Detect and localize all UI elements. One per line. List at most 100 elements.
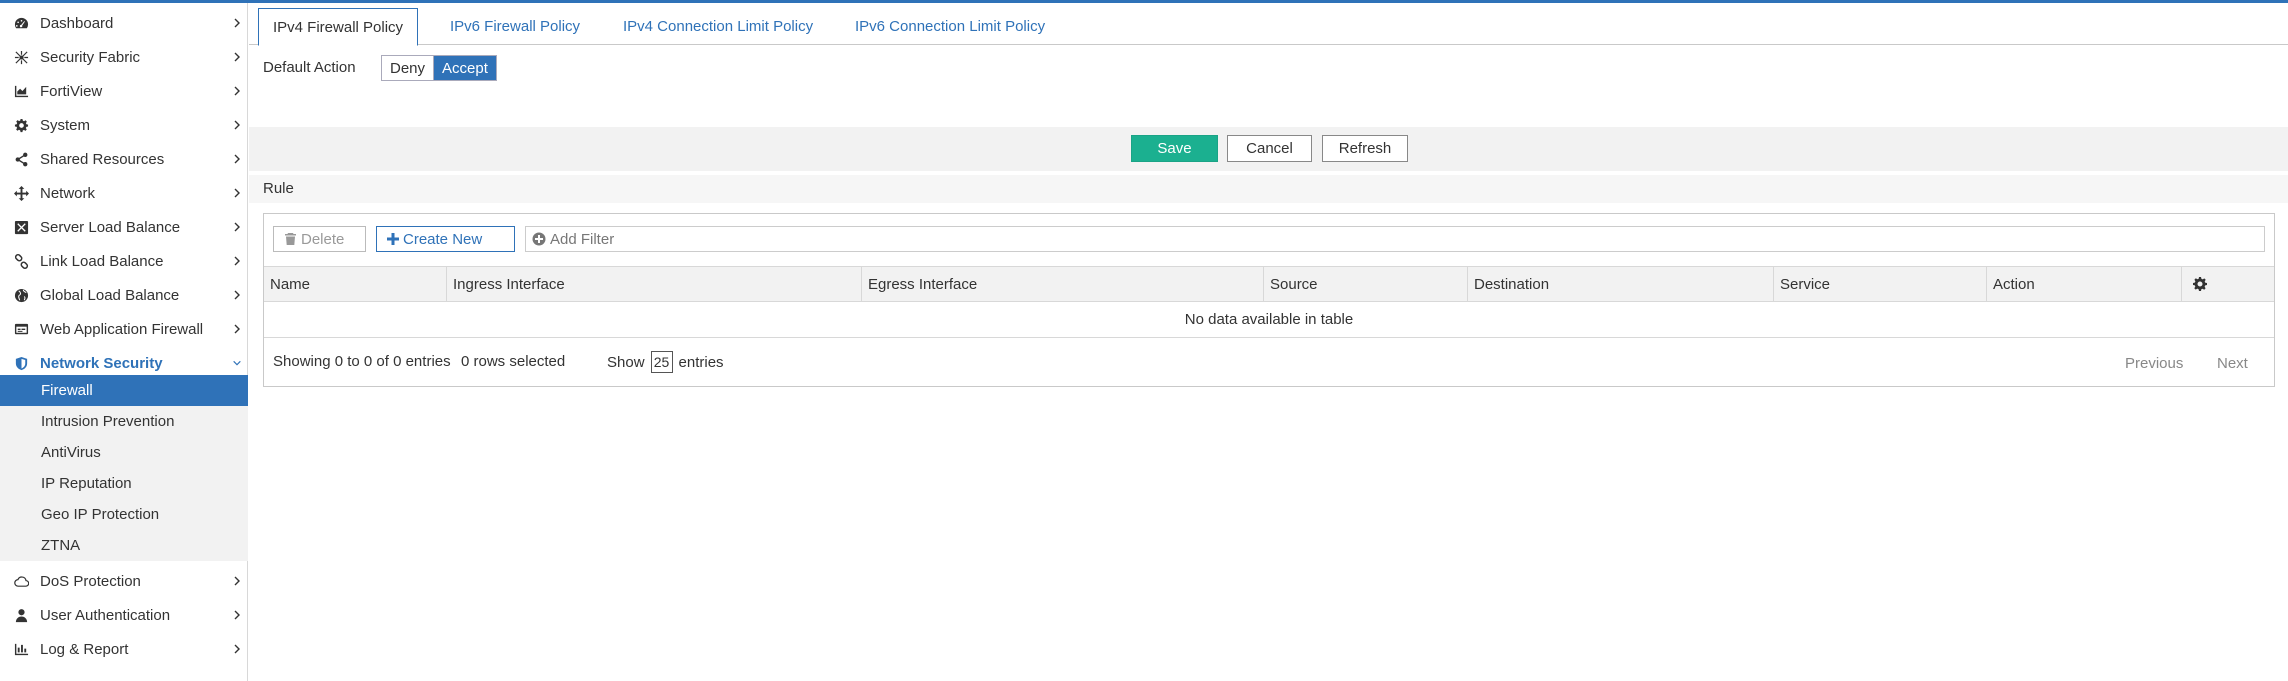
sidebar-subitem-ztna[interactable]: ZTNA xyxy=(0,530,248,561)
plus-icon xyxy=(387,233,399,245)
sidebar-item-fortiview[interactable]: FortiView xyxy=(0,74,248,108)
default-action-label: Default Action xyxy=(263,59,356,76)
sidebar-subitem-label: Firewall xyxy=(41,382,93,399)
dashboard-icon xyxy=(13,15,29,31)
sidebar-item-label: Shared Resources xyxy=(40,150,165,168)
show-label: Show xyxy=(607,353,645,371)
column-source[interactable]: Source xyxy=(1263,267,1467,301)
sidebar-item-dashboard[interactable]: Dashboard xyxy=(0,6,248,40)
default-action-toggle: Deny Accept xyxy=(381,55,497,81)
chevron-right-icon xyxy=(234,154,240,164)
chevron-right-icon xyxy=(234,644,240,654)
column-action[interactable]: Action xyxy=(1986,267,2181,301)
sidebar-subitem-geo-ip-protection[interactable]: Geo IP Protection xyxy=(0,499,248,530)
save-button[interactable]: Save xyxy=(1131,135,1218,162)
tab-ipv4-firewall-policy[interactable]: IPv4 Firewall Policy xyxy=(258,8,419,46)
column-service[interactable]: Service xyxy=(1773,267,1986,301)
sidebar-item-label: Security Fabric xyxy=(40,48,141,66)
chevron-right-icon xyxy=(234,86,240,96)
chevron-right-icon xyxy=(234,256,240,266)
sidebar-subitem-label: ZTNA xyxy=(41,537,81,554)
column-egress-interface[interactable]: Egress Interface xyxy=(861,267,1263,301)
column-name[interactable]: Name xyxy=(264,267,446,301)
sidebar-item-label: Network xyxy=(40,184,96,202)
tab-ipv6-connection-limit-policy[interactable]: IPv6 Connection Limit Policy xyxy=(841,8,1059,45)
security-fabric-icon xyxy=(13,49,29,65)
sidebar-item-shared-resources[interactable]: Shared Resources xyxy=(0,142,248,176)
gear-icon xyxy=(13,117,29,133)
table-header: Name Ingress Interface Egress Interface … xyxy=(264,266,2274,302)
entries-label: entries xyxy=(678,353,724,371)
sidebar-item-label: User Authentication xyxy=(40,606,171,624)
plus-circle-icon xyxy=(532,232,546,246)
delete-label: Delete xyxy=(301,230,345,248)
waf-icon xyxy=(13,321,29,337)
chevron-right-icon xyxy=(234,610,240,620)
sidebar-item-link-load-balance[interactable]: Link Load Balance xyxy=(0,244,248,278)
deny-option[interactable]: Deny xyxy=(382,56,435,80)
gear-icon xyxy=(2193,277,2207,291)
accept-option[interactable]: Accept xyxy=(434,56,496,80)
chevron-right-icon xyxy=(234,222,240,232)
chevron-right-icon xyxy=(234,52,240,62)
sidebar-item-dos-protection[interactable]: DoS Protection xyxy=(0,564,248,598)
sidebar-item-label: Link Load Balance xyxy=(40,252,164,270)
sidebar-subitem-antivirus[interactable]: AntiVirus xyxy=(0,437,248,468)
sidebar-item-label: Web Application Firewall xyxy=(40,320,204,338)
share-icon xyxy=(13,151,29,167)
chevron-right-icon xyxy=(234,290,240,300)
sidebar-item-label: Global Load Balance xyxy=(40,286,180,304)
refresh-button[interactable]: Refresh xyxy=(1322,135,1408,162)
rows-selected-text: 0 rows selected xyxy=(461,353,566,370)
sidebar-item-label: DoS Protection xyxy=(40,572,141,590)
sidebar-item-user-authentication[interactable]: User Authentication xyxy=(0,598,248,632)
chevron-right-icon xyxy=(234,18,240,28)
delete-button[interactable]: Delete xyxy=(273,226,366,252)
sidebar-subitem-firewall[interactable]: Firewall xyxy=(0,375,248,406)
create-new-button[interactable]: Create New xyxy=(376,226,515,252)
column-ingress-interface[interactable]: Ingress Interface xyxy=(446,267,861,301)
tab-ipv6-firewall-policy[interactable]: IPv6 Firewall Policy xyxy=(436,8,594,45)
sidebar-item-label: FortiView xyxy=(40,82,103,100)
server-lb-icon xyxy=(13,219,29,235)
sidebar-item-network[interactable]: Network xyxy=(0,176,248,210)
main-content: IPv4 Firewall Policy IPv6 Firewall Polic… xyxy=(249,3,2288,681)
sidebar-item-server-load-balance[interactable]: Server Load Balance xyxy=(0,210,248,244)
chevron-down-icon xyxy=(233,360,241,366)
sidebar-item-label: Log & Report xyxy=(40,640,129,658)
add-filter-input[interactable]: Add Filter xyxy=(525,226,2265,252)
tab-ipv4-connection-limit-policy[interactable]: IPv4 Connection Limit Policy xyxy=(609,8,827,45)
bar-chart-icon xyxy=(13,641,29,657)
column-destination[interactable]: Destination xyxy=(1467,267,1773,301)
rule-toolbar: Delete Create New Add Filter xyxy=(264,214,2274,254)
sidebar-subitem-label: AntiVirus xyxy=(41,444,101,461)
cloud-icon xyxy=(13,573,29,589)
user-icon xyxy=(13,607,29,623)
link-icon xyxy=(13,253,29,269)
showing-entries-text: Showing 0 to 0 of 0 entries xyxy=(273,353,451,370)
rule-table-panel: Delete Create New Add Filter Name Ingres… xyxy=(263,213,2275,387)
sidebar-item-label: System xyxy=(40,116,91,134)
globe-icon xyxy=(13,287,29,303)
sidebar-item-log-report[interactable]: Log & Report xyxy=(0,632,248,666)
shield-icon xyxy=(13,355,29,371)
cancel-button[interactable]: Cancel xyxy=(1227,135,1312,162)
network-security-submenu: Firewall Intrusion Prevention AntiVirus … xyxy=(0,375,248,561)
sidebar-subitem-label: IP Reputation xyxy=(41,475,132,492)
policy-tabs: IPv4 Firewall Policy IPv6 Firewall Polic… xyxy=(249,8,2288,46)
sidebar-item-system[interactable]: System xyxy=(0,108,248,142)
previous-page-button[interactable]: Previous xyxy=(2125,355,2183,372)
rule-section-header: Rule xyxy=(249,175,2288,203)
sidebar-subitem-label: Intrusion Prevention xyxy=(41,413,175,430)
next-page-button[interactable]: Next xyxy=(2217,355,2248,372)
sidebar-item-security-fabric[interactable]: Security Fabric xyxy=(0,40,248,74)
column-settings[interactable] xyxy=(2181,267,2274,301)
page-size-input[interactable]: 25 xyxy=(650,351,673,373)
create-new-label: Create New xyxy=(403,230,483,248)
sidebar-subitem-ip-reputation[interactable]: IP Reputation xyxy=(0,468,248,499)
sidebar-item-web-application-firewall[interactable]: Web Application Firewall xyxy=(0,312,248,346)
sidebar-item-global-load-balance[interactable]: Global Load Balance xyxy=(0,278,248,312)
sidebar-subitem-intrusion-prevention[interactable]: Intrusion Prevention xyxy=(0,406,248,437)
trash-icon xyxy=(284,232,297,246)
arrows-move-icon xyxy=(13,185,29,201)
